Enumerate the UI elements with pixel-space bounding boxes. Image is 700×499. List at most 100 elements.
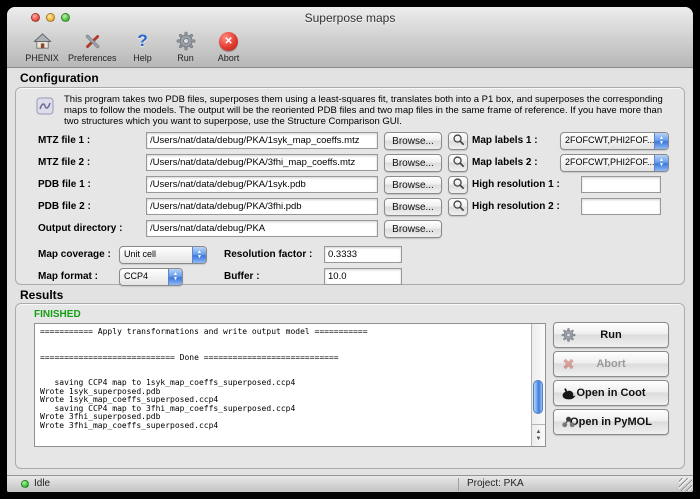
pdb-file-1-browse-button[interactable]: Browse... xyxy=(384,176,442,194)
pdb-file-1-input[interactable] xyxy=(146,176,378,193)
high-resolution-2-input[interactable] xyxy=(581,198,661,215)
pdb-file-2-view-button[interactable] xyxy=(448,198,468,216)
run-gear-icon xyxy=(176,30,196,52)
pdb-file-2-row: PDB file 2 : Browse... High resolution 2… xyxy=(16,198,684,216)
window-title: Superpose maps xyxy=(7,11,693,25)
scrollbar-arrows: ▲ ▼ xyxy=(532,424,545,446)
mtz-file-2-input[interactable] xyxy=(146,154,378,171)
window-header: Superpose maps PHENIX xyxy=(7,7,693,68)
magnifier-icon xyxy=(452,155,465,171)
map-labels-2-label: Map labels 2 : xyxy=(472,157,538,168)
output-directory-row: Output directory : Browse... xyxy=(16,220,684,238)
configuration-group: This program takes two PDB files, superp… xyxy=(15,87,685,285)
dropdown-arrows-icon: ▲▼ xyxy=(192,247,206,263)
mtz-file-2-row: MTZ file 2 : Browse... Map labels 2 : 2F… xyxy=(16,154,684,172)
high-resolution-1-input[interactable] xyxy=(581,176,661,193)
open-in-coot-button-label: Open in Coot xyxy=(576,387,645,399)
map-labels-1-select[interactable]: 2FOFCWT,PHI2FOF... ▲▼ xyxy=(560,132,669,150)
output-directory-input[interactable] xyxy=(146,220,378,237)
results-group: FINISHED =========== Apply transformatio… xyxy=(15,303,685,469)
toolbar-label: PHENIX xyxy=(25,53,59,63)
open-in-pymol-button[interactable]: Open in PyMOL xyxy=(553,409,669,435)
dropdown-arrows-icon: ▲▼ xyxy=(654,155,668,171)
results-heading: Results xyxy=(20,288,63,302)
coot-icon xyxy=(561,385,577,401)
high-resolution-2-label: High resolution 2 : xyxy=(472,201,560,212)
phenix-home-icon xyxy=(32,30,53,52)
magnifier-icon xyxy=(452,177,465,193)
status-text: FINISHED xyxy=(34,309,81,320)
mtz-file-2-browse-button[interactable]: Browse... xyxy=(384,154,442,172)
scroll-down-button[interactable]: ▼ xyxy=(536,436,542,443)
pdb-file-2-input[interactable] xyxy=(146,198,378,215)
run-gear-icon xyxy=(561,328,576,343)
map-labels-1-label: Map labels 1 : xyxy=(472,135,538,146)
program-info-icon xyxy=(36,97,54,120)
output-directory-browse-button[interactable]: Browse... xyxy=(384,220,442,238)
open-in-pymol-button-label: Open in PyMOL xyxy=(570,416,652,428)
resolution-factor-input[interactable] xyxy=(324,246,402,263)
program-description: This program takes two PDB files, superp… xyxy=(64,94,678,127)
scroll-up-button[interactable]: ▲ xyxy=(536,429,542,436)
magnifier-icon xyxy=(452,199,465,215)
output-directory-label: Output directory : xyxy=(38,223,122,234)
toolbar-preferences-button[interactable]: Preferences xyxy=(68,30,117,63)
map-coverage-select[interactable]: Unit cell ▲▼ xyxy=(119,246,207,264)
status-dot-icon xyxy=(21,480,29,488)
preferences-tools-icon xyxy=(82,30,103,52)
toolbar: PHENIX Preferences ? Help xyxy=(25,30,246,68)
pdb-file-1-view-button[interactable] xyxy=(448,176,468,194)
map-coverage-label: Map coverage : xyxy=(38,249,111,260)
toolbar-phenix-button[interactable]: PHENIX xyxy=(25,30,59,63)
mtz-file-1-row: MTZ file 1 : Browse... Map labels 1 : 2F… xyxy=(16,132,684,150)
toolbar-label: Preferences xyxy=(68,53,117,63)
toolbar-label: Abort xyxy=(218,53,240,63)
mtz-file-2-label: MTZ file 2 : xyxy=(38,157,90,168)
map-format-label: Map format : xyxy=(38,271,98,282)
resolution-factor-label: Resolution factor : xyxy=(224,249,312,260)
run-button[interactable]: Run xyxy=(553,322,669,348)
pdb-file-2-label: PDB file 2 : xyxy=(38,201,91,212)
toolbar-label: Help xyxy=(133,53,152,63)
resize-grip[interactable] xyxy=(679,478,692,491)
abort-button[interactable]: Abort xyxy=(553,351,669,377)
map-format-select[interactable]: CCP4 ▲▼ xyxy=(119,268,183,286)
scrollbar-thumb[interactable] xyxy=(533,380,543,414)
app-window: Superpose maps PHENIX xyxy=(7,7,693,492)
high-resolution-1-label: High resolution 1 : xyxy=(472,179,560,190)
map-labels-2-select[interactable]: 2FOFCWT,PHI2FOF... ▲▼ xyxy=(560,154,669,172)
abort-x-icon xyxy=(561,357,576,372)
dropdown-arrows-icon: ▲▼ xyxy=(168,269,182,285)
pdb-file-2-browse-button[interactable]: Browse... xyxy=(384,198,442,216)
abort-button-label: Abort xyxy=(596,358,625,370)
mtz-file-2-view-button[interactable] xyxy=(448,154,468,172)
pdb-file-1-label: PDB file 1 : xyxy=(38,179,91,190)
map-coverage-row: Map coverage : Unit cell ▲▼ Resolution f… xyxy=(16,246,684,264)
pdb-file-1-row: PDB file 1 : Browse... High resolution 1… xyxy=(16,176,684,194)
magnifier-icon xyxy=(452,133,465,149)
mtz-file-1-browse-button[interactable]: Browse... xyxy=(384,132,442,150)
mtz-file-1-input[interactable] xyxy=(146,132,378,149)
buffer-label: Buffer : xyxy=(224,271,260,282)
run-button-label: Run xyxy=(600,329,621,341)
buffer-input[interactable] xyxy=(324,268,402,285)
dropdown-arrows-icon: ▲▼ xyxy=(654,133,668,149)
map-labels-2-value: 2FOFCWT,PHI2FOF... xyxy=(561,155,654,171)
console-output[interactable]: =========== Apply transformations and wr… xyxy=(34,323,546,447)
toolbar-run-button[interactable]: Run xyxy=(169,30,203,63)
mtz-file-1-view-button[interactable] xyxy=(448,132,468,150)
mtz-file-1-label: MTZ file 1 : xyxy=(38,135,90,146)
console-text: =========== Apply transformations and wr… xyxy=(35,324,545,434)
map-format-value: CCP4 xyxy=(120,269,168,285)
console-scrollbar[interactable]: ▲ ▼ xyxy=(531,324,545,446)
status-bar: Idle Project: PKA xyxy=(7,475,693,492)
open-in-coot-button[interactable]: Open in Coot xyxy=(553,380,669,406)
status-project: Project: PKA xyxy=(458,478,524,491)
help-question-icon: ? xyxy=(137,30,147,52)
toolbar-abort-button[interactable]: ✕ Abort xyxy=(212,30,246,63)
status-state: Idle xyxy=(34,478,50,489)
map-labels-1-value: 2FOFCWT,PHI2FOF... xyxy=(561,133,654,149)
map-format-row: Map format : CCP4 ▲▼ Buffer : xyxy=(16,268,684,286)
toolbar-help-button[interactable]: ? Help xyxy=(126,30,160,63)
screen: Superpose maps PHENIX xyxy=(0,0,700,499)
